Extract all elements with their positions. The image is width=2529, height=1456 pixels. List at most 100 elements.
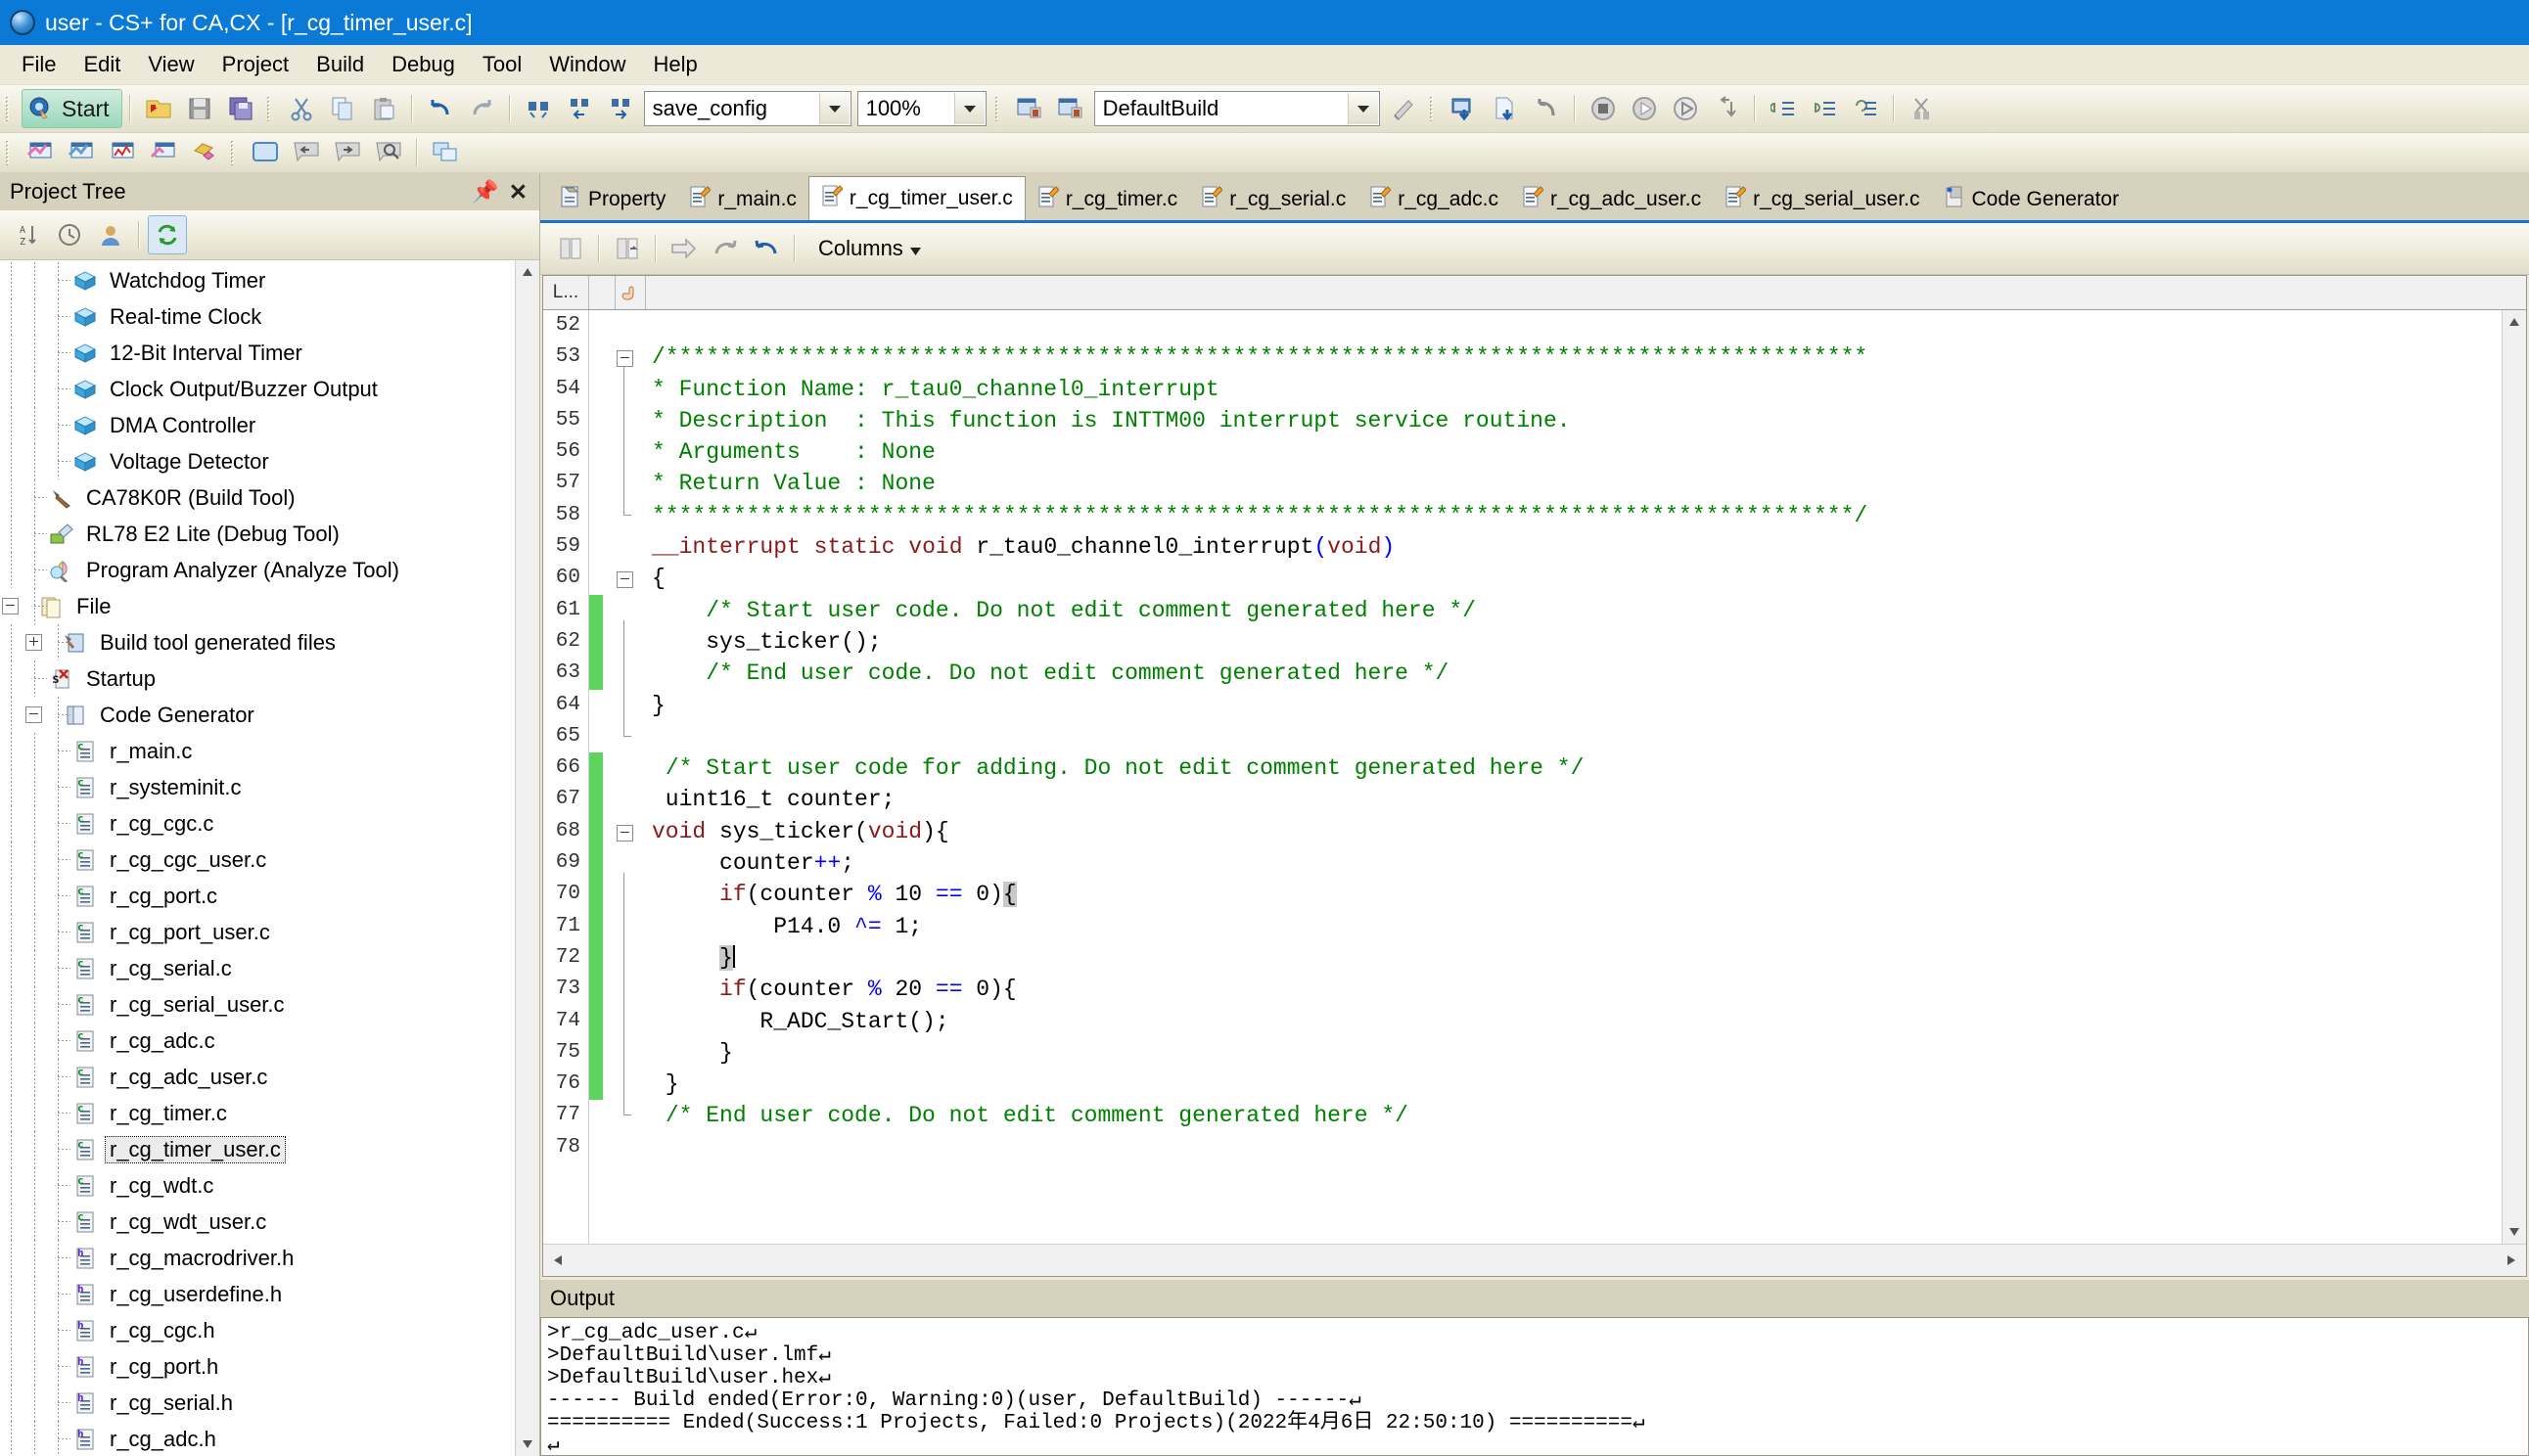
chevron-down-icon[interactable]	[818, 93, 850, 124]
toolbar-grip[interactable]	[230, 140, 240, 165]
tree-item-r-cg-serial-user-c[interactable]: c r_cg_serial_user.c	[0, 986, 515, 1023]
tree-item-real-time-clock[interactable]: Real-time Clock	[0, 298, 515, 335]
tile-windows-icon[interactable]	[426, 133, 465, 172]
editor-tab-r-cg-adc-user-c[interactable]: r_cg_adc_user.c	[1509, 179, 1714, 220]
tree-item-r-cg-wdt-user-c[interactable]: c r_cg_wdt_user.c	[0, 1204, 515, 1240]
chevron-down-icon[interactable]	[909, 236, 921, 261]
go-icon[interactable]	[1625, 89, 1664, 128]
step-over-icon[interactable]	[1666, 89, 1705, 128]
undo-icon[interactable]	[421, 89, 460, 128]
menu-window[interactable]: Window	[535, 48, 639, 81]
scroll-track[interactable]	[2503, 334, 2526, 1220]
refresh-icon[interactable]	[148, 215, 187, 254]
menu-view[interactable]: View	[134, 48, 207, 81]
editor-tab-code-generator[interactable]: Code Generator	[1931, 179, 2132, 220]
history-icon[interactable]	[50, 215, 89, 254]
scroll-up-arrow[interactable]	[516, 260, 539, 284]
undo-edit-icon[interactable]	[747, 229, 786, 268]
tree-item-dma-controller[interactable]: DMA Controller	[0, 407, 515, 443]
scroll-down-arrow[interactable]	[516, 1433, 539, 1456]
tree-item-r-cg-cgc-h[interactable]: h r_cg_cgc.h	[0, 1312, 515, 1348]
rebuild-project-icon[interactable]	[1051, 89, 1090, 128]
menu-build[interactable]: Build	[302, 48, 378, 81]
menu-tool[interactable]: Tool	[469, 48, 535, 81]
tree-item-build-tool-generated-files[interactable]: Build tool generated files	[0, 624, 515, 660]
open-project-icon[interactable]	[139, 89, 178, 128]
tree-item-r-cg-adc-c[interactable]: c r_cg_adc.c	[0, 1023, 515, 1059]
copy-icon[interactable]	[323, 89, 362, 128]
download-icon[interactable]	[1445, 89, 1484, 128]
cut-icon[interactable]	[282, 89, 321, 128]
project-tree-scroll-area[interactable]: Watchdog Timer Real-time Clock 12-Bit Inte…	[0, 260, 539, 1456]
editor-tab-r-cg-adc-c[interactable]: r_cg_adc.c	[1357, 179, 1510, 220]
tree-item-ca78k0r-build-tool[interactable]: CA78K0R (Build Tool)	[0, 479, 515, 516]
fold-toggle-minus[interactable]	[617, 571, 633, 589]
bookmark-icon[interactable]	[551, 229, 590, 268]
editor-tab-property[interactable]: Property	[548, 179, 678, 220]
editor-tab-r-cg-serial-c[interactable]: r_cg_serial.c	[1189, 179, 1358, 220]
step-out-icon[interactable]	[1805, 89, 1844, 128]
save-icon[interactable]	[180, 89, 219, 128]
start-debug-button[interactable]: Start	[22, 89, 122, 128]
toolbar-grip[interactable]	[5, 96, 15, 121]
code-horizontal-scrollbar[interactable]	[543, 1244, 2526, 1276]
menu-debug[interactable]: Debug	[378, 48, 469, 81]
editor-tab-r-cg-timer-user-c[interactable]: r_cg_timer_user.c	[807, 176, 1026, 220]
scroll-down-arrow[interactable]	[2503, 1220, 2526, 1244]
zoom-combo[interactable]: 100%	[856, 91, 987, 126]
editor-tab-r-main-c[interactable]: r_main.c	[677, 179, 808, 220]
editor-tab-r-cg-serial-user-c[interactable]: r_cg_serial_user.c	[1713, 179, 1932, 220]
tree-expander-minus[interactable]	[0, 588, 23, 624]
fold-slot[interactable]	[603, 310, 644, 341]
build-mode-combo[interactable]: DefaultBuild	[1093, 91, 1380, 126]
fold-slot[interactable]	[603, 1132, 644, 1163]
tree-item-r-cg-serial-c[interactable]: c r_cg_serial.c	[0, 950, 515, 986]
tree-item-r-cg-adc-h[interactable]: h r_cg_adc.h	[0, 1421, 515, 1456]
tree-vertical-scrollbar[interactable]	[515, 260, 539, 1456]
tree-item-r-main-c[interactable]: c r_main.c	[0, 733, 515, 769]
forward-icon[interactable]	[328, 133, 367, 172]
toolbar-grip[interactable]	[265, 96, 276, 121]
fold-toggle-minus[interactable]	[617, 350, 633, 368]
tree-item-12-bit-interval-timer[interactable]: 12-Bit Interval Timer	[0, 335, 515, 371]
close-icon[interactable]: ✕	[509, 179, 528, 205]
find-icon[interactable]	[519, 89, 558, 128]
profile-icon[interactable]	[144, 133, 183, 172]
user-icon[interactable]	[91, 215, 130, 254]
tree-item-program-analyzer-analyze-tool[interactable]: Program Analyzer (Analyze Tool)	[0, 552, 515, 588]
tree-item-r-cg-port-c[interactable]: c r_cg_port.c	[0, 878, 515, 914]
build-config-combo[interactable]: save_config	[643, 91, 851, 126]
sort-az-icon[interactable]: AZ	[9, 215, 48, 254]
find-previous-icon[interactable]	[560, 89, 599, 128]
chevron-down-icon[interactable]	[953, 93, 985, 124]
paste-icon[interactable]	[364, 89, 403, 128]
tree-item-rl78-e2-lite-debug-tool[interactable]: RL78 E2 Lite (Debug Tool)	[0, 516, 515, 552]
scroll-up-arrow[interactable]	[2503, 310, 2526, 334]
code-text-area[interactable]: /***************************************…	[644, 310, 2502, 1244]
chart-icon[interactable]	[103, 133, 142, 172]
analyze-icon[interactable]	[21, 133, 60, 172]
fold-slot[interactable]	[603, 784, 644, 815]
code-body[interactable]: 52 53 54 55 56 57 58 59 60 61 62 63 64 65 66 67 68 69 70 71…	[543, 310, 2526, 1244]
toolbar-grip[interactable]	[993, 96, 1004, 121]
fold-toggle-minus[interactable]	[617, 824, 633, 842]
tree-item-r-cg-wdt-c[interactable]: c r_cg_wdt.c	[0, 1167, 515, 1204]
tree-item-watchdog-timer[interactable]: Watchdog Timer	[0, 262, 515, 298]
tree-item-r-cg-cgc-c[interactable]: c r_cg_cgc.c	[0, 805, 515, 842]
tree-item-r-cg-macrodriver-h[interactable]: h r_cg_macrodriver.h	[0, 1240, 515, 1276]
tree-expander-plus[interactable]	[23, 624, 47, 660]
columns-button[interactable]: Columns	[808, 232, 931, 265]
goto-icon[interactable]	[665, 229, 704, 268]
build-project-icon[interactable]	[1010, 89, 1049, 128]
tree-item-r-cg-port-h[interactable]: h r_cg_port.h	[0, 1348, 515, 1385]
tree-item-r-systeminit-c[interactable]: c r_systeminit.c	[0, 769, 515, 805]
tree-item-code-generator[interactable]: Code Generator	[0, 697, 515, 733]
code-vertical-scrollbar[interactable]	[2502, 310, 2526, 1244]
scroll-thumb[interactable]	[575, 1248, 2495, 1273]
tag-icon[interactable]	[185, 133, 224, 172]
clean-project-icon[interactable]	[1384, 89, 1423, 128]
scroll-right-arrow[interactable]	[2497, 1246, 2526, 1275]
toolbar-grip[interactable]	[1428, 96, 1439, 121]
step-in-icon[interactable]	[1764, 89, 1803, 128]
upload-icon[interactable]	[1486, 89, 1525, 128]
